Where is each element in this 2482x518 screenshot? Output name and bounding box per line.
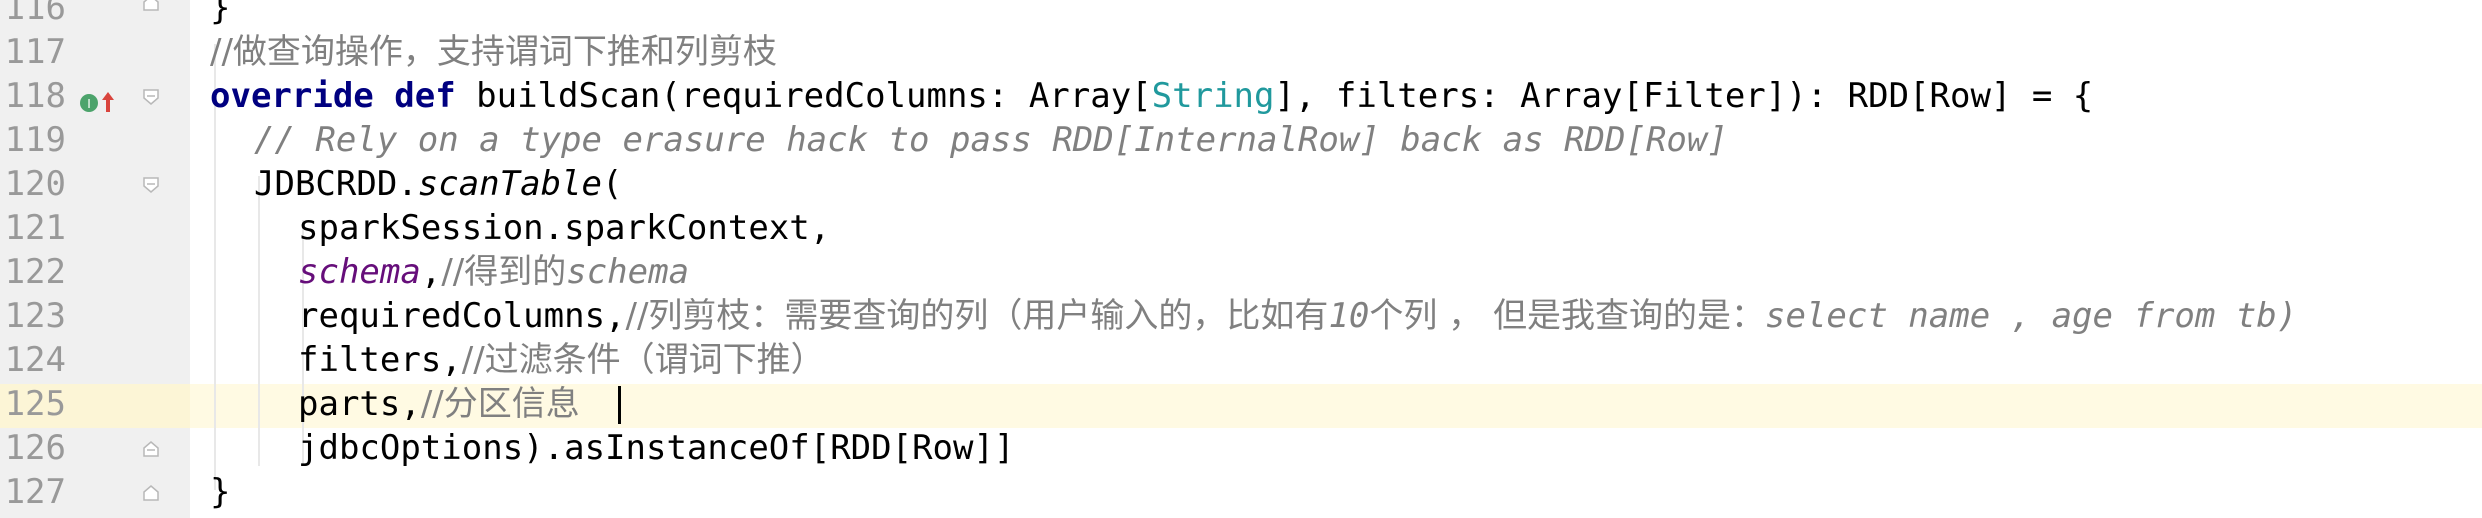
comment: //过滤条件（谓词下推） — [461, 340, 825, 380]
comment: 10 — [1328, 296, 1370, 336]
code-token: } — [210, 472, 231, 512]
code-token: sparkSession.sparkContext, — [298, 208, 831, 248]
line-number: 117 — [4, 32, 66, 72]
comment: //得到的 — [441, 252, 567, 292]
code-line-116[interactable]: } — [210, 0, 230, 30]
comment: // Rely on a type erasure hack to pass R… — [254, 120, 1728, 160]
fold-icon[interactable] — [142, 0, 160, 12]
line-number: 126 — [4, 428, 66, 468]
line-number: 127 — [4, 472, 66, 512]
comment: 个列 ， 但是我查询的是： — [1369, 296, 1766, 336]
fold-icon[interactable] — [142, 176, 160, 194]
code-token: jdbcOptions).asInstanceOf[RDD[Row]] — [298, 428, 1015, 468]
code-line-123[interactable]: requiredColumns,//列剪枝：需要查询的列（用户输入的，比如有10… — [298, 294, 2297, 338]
code-token: buildScan(requiredColumns: Array[ — [455, 76, 1152, 116]
comment: select name , age from tb) — [1765, 296, 2298, 336]
code-line-118[interactable]: override def buildScan(requiredColumns: … — [210, 74, 2093, 118]
text-caret — [618, 386, 621, 424]
code-token: } — [210, 0, 231, 28]
code-token: , — [420, 252, 442, 292]
field-token: schema — [298, 252, 421, 292]
code-line-120[interactable]: JDBCRDD.scanTable( — [254, 162, 622, 206]
code-editor[interactable]: 116 117 118 119 120 121 122 123 124 125 … — [0, 0, 2482, 518]
line-number: 121 — [4, 208, 66, 248]
comment: schema — [566, 252, 690, 292]
line-number: 119 — [4, 120, 66, 160]
code-line-121[interactable]: sparkSession.sparkContext, — [298, 206, 830, 250]
line-number: 124 — [4, 340, 66, 380]
keyword-override: override — [210, 76, 374, 116]
fold-icon[interactable] — [142, 484, 160, 502]
comment: //做查询操作，支持谓词下推和列剪枝 — [210, 32, 777, 72]
line-number: 118 — [4, 76, 66, 116]
code-token: filters, — [298, 340, 462, 380]
type-token: String — [1151, 76, 1275, 116]
line-number: 122 — [4, 252, 66, 292]
code-token: JDBCRDD. — [254, 164, 418, 204]
code-line-127[interactable]: } — [210, 470, 230, 514]
code-line-124[interactable]: filters,//过滤条件（谓词下推） — [298, 338, 825, 382]
svg-text:I: I — [87, 97, 91, 111]
code-token: parts, — [298, 384, 421, 424]
implements-method-icon[interactable]: I — [78, 88, 120, 116]
method-token: scanTable — [417, 164, 602, 204]
line-number: 120 — [4, 164, 66, 204]
code-line-125[interactable]: parts,//分区信息 — [298, 382, 580, 426]
comment: //列剪枝：需要查询的列（用户输入的，比如有 — [625, 296, 1329, 336]
code-line-126[interactable]: jdbcOptions).asInstanceOf[RDD[Row]] — [298, 426, 1014, 470]
line-number: 125 — [4, 384, 66, 424]
fold-icon[interactable] — [142, 440, 160, 458]
keyword-def: def — [394, 76, 456, 116]
code-token: requiredColumns, — [298, 296, 626, 336]
code-line-117[interactable]: //做查询操作，支持谓词下推和列剪枝 — [210, 30, 777, 74]
comment: //分区信息 — [420, 384, 580, 424]
line-number: 123 — [4, 296, 66, 336]
line-number: 116 — [4, 0, 66, 28]
fold-icon[interactable] — [142, 88, 160, 106]
code-token: ( — [602, 164, 623, 204]
indent-guide — [258, 176, 260, 466]
code-line-119[interactable]: // Rely on a type erasure hack to pass R… — [254, 118, 1728, 162]
code-token: ], filters: Array[Filter]): RDD[Row] = { — [1274, 76, 2094, 116]
code-line-122[interactable]: schema,//得到的schema — [298, 250, 689, 294]
